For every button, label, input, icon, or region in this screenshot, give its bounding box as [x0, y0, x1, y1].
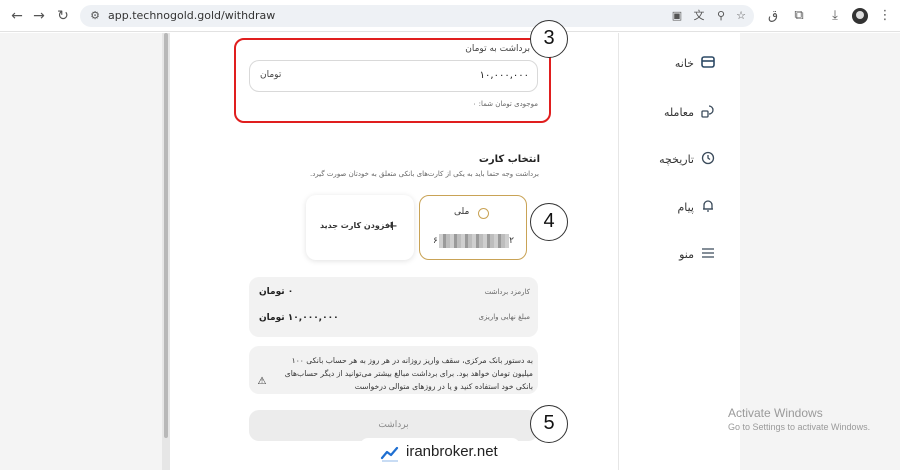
sidebar-item-trade[interactable]: معامله: [640, 102, 730, 124]
download-icon[interactable]: ⤓: [826, 7, 844, 25]
reload-icon[interactable]: ↻: [54, 7, 72, 25]
site-info-icon[interactable]: ⚙: [88, 9, 102, 23]
withdraw-button-label: برداشت: [378, 419, 409, 429]
wallet-icon: [700, 55, 716, 71]
card-select-title: انتخاب کارت: [478, 154, 540, 165]
sidebar-item-label: تاریخچه: [659, 153, 694, 166]
step-badge-5: 5: [530, 405, 568, 443]
bank-name: ملی: [454, 207, 470, 217]
card-number-blurred: [439, 234, 509, 248]
zoom-icon[interactable]: ⚲: [714, 9, 728, 23]
sidebar-item-label: منو: [679, 248, 694, 261]
warning-icon: ⚠: [257, 376, 267, 387]
browser-toolbar: ← → ↻ ⚙ app.technogold.gold/withdraw ▣ 文…: [0, 0, 900, 32]
card-select-subtitle: برداشت وجه حتما باید به یکی از کارت‌های …: [309, 170, 539, 178]
menu-icon: [700, 246, 716, 262]
sidebar-item-label: پیام: [677, 201, 694, 214]
daily-limit-notice: به دستور بانک مرکزی، سقف واریز روزانه در…: [249, 346, 538, 394]
bookmark-star-icon[interactable]: ☆: [734, 9, 748, 23]
left-gutter: [0, 33, 162, 470]
iranbroker-logo-icon: [380, 446, 399, 462]
fee-value: ۰ تومان: [259, 287, 294, 297]
activate-windows-title: Activate Windows: [728, 406, 823, 420]
extension-icon[interactable]: ق: [764, 7, 782, 25]
history-icon: [700, 151, 716, 167]
sidebar-item-label: معامله: [664, 106, 694, 119]
watermark-text: iranbroker.net: [406, 443, 498, 460]
fee-label: کارمزد برداشت: [484, 288, 530, 296]
notice-text: به دستور بانک مرکزی، سقف واریز روزانه در…: [284, 356, 533, 391]
profile-avatar[interactable]: [852, 8, 868, 24]
sidebar-item-history[interactable]: تاریخچه: [640, 149, 730, 171]
sidebar-item-menu[interactable]: منو: [640, 244, 730, 266]
forward-icon[interactable]: →: [30, 7, 48, 25]
payment-highlight-box: [234, 38, 551, 123]
page: ← → ↻ ⚙ app.technogold.gold/withdraw ▣ 文…: [0, 0, 900, 470]
url-text[interactable]: app.technogold.gold/withdraw: [108, 9, 275, 23]
withdraw-summary: کارمزد برداشت ۰ تومان مبلغ نهایی واریزی …: [249, 277, 538, 337]
scrollbar-thumb[interactable]: [164, 33, 168, 438]
address-bar[interactable]: ⚙ app.technogold.gold/withdraw ▣ 文 ⚲ ☆: [80, 5, 754, 27]
more-menu-icon[interactable]: ⋮: [876, 7, 894, 25]
withdraw-button[interactable]: برداشت: [249, 410, 538, 441]
add-card-label: افزودن کارت جدید: [320, 221, 393, 230]
sidebar-divider: [618, 33, 619, 470]
back-icon[interactable]: ←: [8, 7, 26, 25]
final-amount-value: ۱۰,۰۰۰,۰۰۰ تومان: [259, 313, 339, 323]
bank-card-selected[interactable]: ملی ۶ ۲: [419, 195, 527, 260]
activate-windows-subtitle: Go to Settings to activate Windows.: [728, 422, 871, 432]
sidebar-item-messages[interactable]: پیام: [640, 197, 730, 219]
sidebar-item-home[interactable]: خانه: [640, 53, 730, 75]
translate-icon[interactable]: 文: [692, 9, 706, 23]
right-gutter: [740, 33, 900, 470]
final-amount-label: مبلغ نهایی واریزی: [478, 313, 530, 321]
step-badge-4: 4: [530, 203, 568, 241]
trade-icon: [700, 104, 716, 120]
card-number-end: ۲: [509, 236, 514, 246]
bell-icon: [700, 199, 716, 215]
puzzle-icon[interactable]: ⧉: [790, 7, 808, 25]
card-number-start: ۶: [433, 236, 438, 246]
add-card-button[interactable]: + افزودن کارت جدید: [306, 195, 414, 260]
step-badge-3: 3: [530, 20, 568, 58]
bank-melli-icon: [478, 208, 489, 219]
cast-icon[interactable]: ▣: [670, 9, 684, 23]
sidebar-item-label: خانه: [674, 57, 694, 70]
